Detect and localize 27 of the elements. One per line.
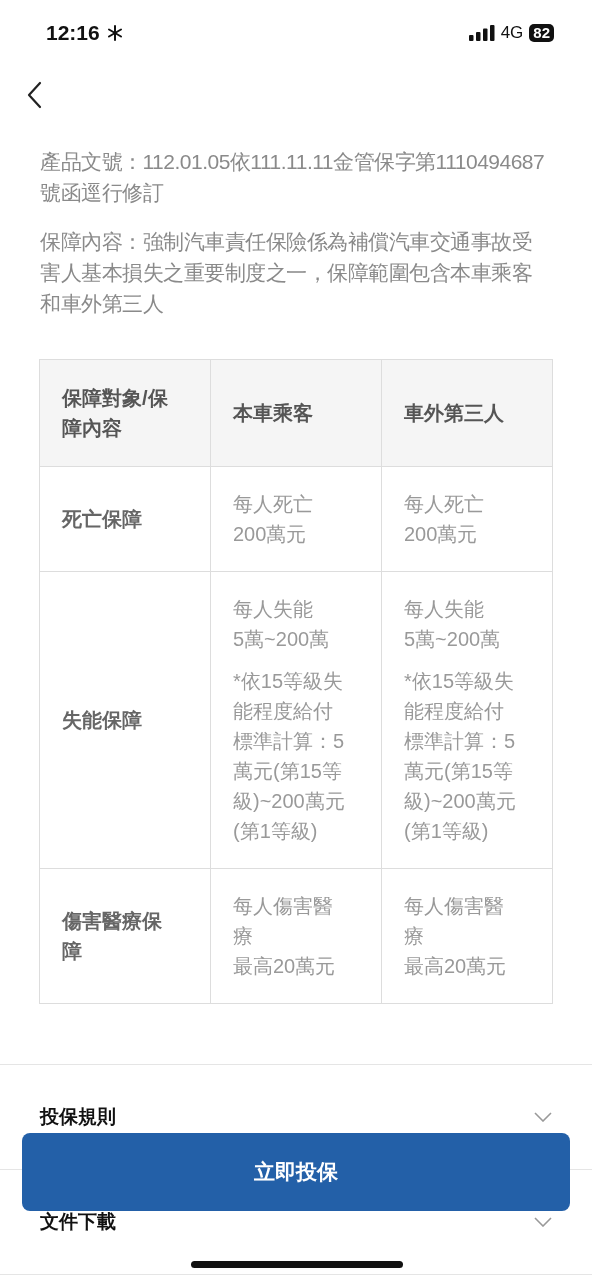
row-header: 傷害醫療保障 <box>62 909 163 964</box>
back-icon[interactable] <box>26 81 42 109</box>
column-header: 車外第三人 <box>404 401 505 426</box>
chevron-icon[interactable] <box>534 1217 552 1227</box>
table-cell-text: 每人死亡 200萬元 <box>404 492 485 547</box>
column-header: 保障對象/保障內容 <box>62 386 169 441</box>
battery-indicator: 82 <box>529 24 554 42</box>
row-header: 失能保障 <box>62 708 143 733</box>
table-cell-text: *依15等級失能程度給付標準計算：5萬元(第15等級)~200萬元(第1等級) <box>233 669 346 844</box>
network-label: 4G <box>500 23 524 43</box>
table-cell-text: 每人傷害醫療 最高20萬元 <box>233 894 337 979</box>
chevron-icon[interactable] <box>534 1112 552 1122</box>
signal-icon <box>468 25 495 41</box>
info-paragraph: 保障內容：強制汽車責任保險係為補償汽車交通事故受害人基本損失之重要制度之一，保障範圍包含本車乘客和車外第三人 <box>40 229 533 317</box>
buy-now-button[interactable]: 立即投保 <box>22 1133 570 1211</box>
table-cell-text: 每人死亡 200萬元 <box>233 492 314 547</box>
section-title[interactable]: 文件下載 <box>40 1209 116 1235</box>
table-cell-text: 每人失能 5萬~200萬 <box>404 597 502 652</box>
table-cell-text: 每人失能 5萬~200萬 <box>233 597 331 652</box>
row-header: 死亡保障 <box>62 507 143 532</box>
table-cell-text: *依15等級失能程度給付標準計算：5萬元(第15等級)~200萬元(第1等級) <box>404 669 517 844</box>
status-time: 12:16 <box>46 21 100 45</box>
section-title[interactable]: 投保規則 <box>40 1104 116 1130</box>
info-paragraph: 產品文號：112.01.05依111.11.11金管保字第1110494687號函逕行修訂 <box>40 149 546 206</box>
snowflake-icon <box>105 24 124 42</box>
column-header: 本車乘客 <box>233 401 314 426</box>
table-cell-text: 每人傷害醫療 最高20萬元 <box>404 894 508 979</box>
